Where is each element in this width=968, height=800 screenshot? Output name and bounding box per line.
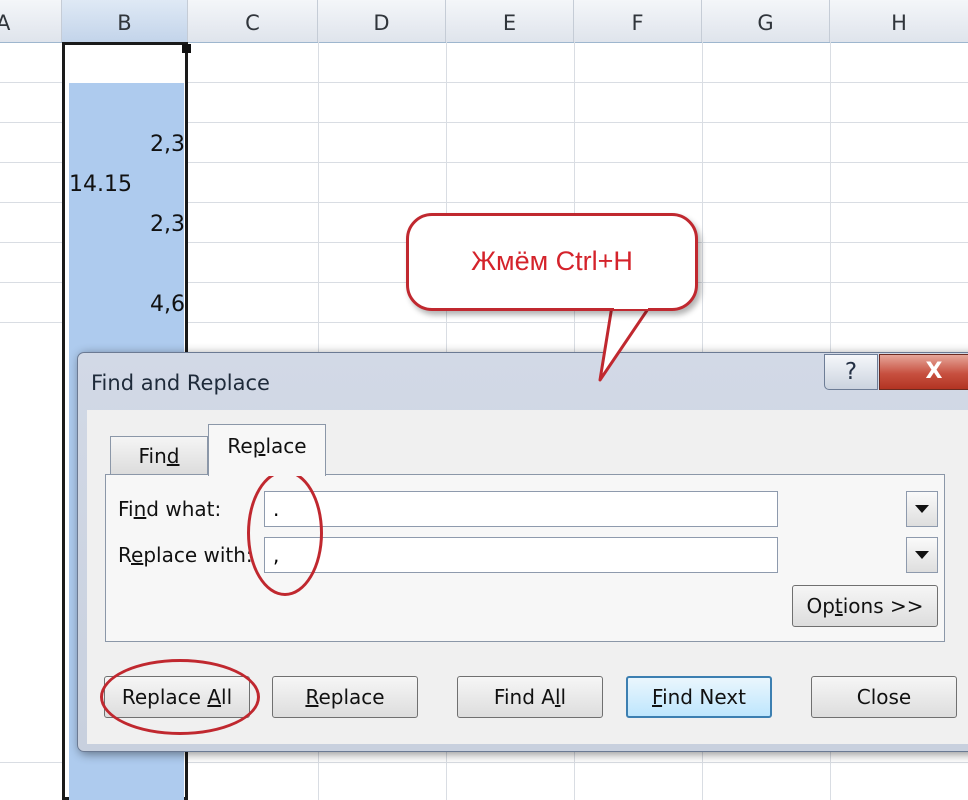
dialog-title: Find and Replace: [91, 371, 270, 395]
replace-with-label: Replace with:: [118, 543, 253, 567]
column-header-f[interactable]: F: [574, 0, 702, 42]
column-header-row: A B C D E F G H: [0, 0, 968, 43]
replace-with-input[interactable]: ,: [264, 537, 778, 573]
replace-with-mnemonic: e: [131, 543, 144, 567]
chevron-down-icon: [915, 505, 929, 513]
find-what-label: Find what:: [118, 497, 221, 521]
tab-replace-label: Re: [227, 434, 253, 458]
chevron-down-icon: [915, 551, 929, 559]
close-icon: X: [925, 359, 943, 384]
column-header-a[interactable]: A: [0, 0, 62, 42]
cell-b4[interactable]: 14.15: [69, 172, 132, 197]
replace-with-label-text: R: [118, 543, 131, 567]
replace-tab-panel: Find what: . Replace with: , Options >>: [105, 474, 945, 642]
tab-replace-mnemonic: p: [252, 434, 266, 458]
column-header-e[interactable]: E: [446, 0, 574, 42]
close-window-button[interactable]: X: [879, 354, 968, 390]
find-next-label: ind Next: [662, 685, 746, 709]
help-button[interactable]: ?: [824, 354, 878, 390]
find-next-mnemonic: F: [652, 685, 663, 709]
find-what-mnemonic: n: [133, 497, 147, 521]
options-button[interactable]: Options >>: [792, 585, 938, 627]
tab-replace[interactable]: Replace: [208, 424, 326, 476]
tab-find-label: Fin: [138, 444, 167, 468]
find-what-label-text: Fi: [118, 497, 134, 521]
find-what-dropdown[interactable]: [906, 491, 938, 527]
fill-handle[interactable]: [182, 44, 191, 53]
column-header-h[interactable]: H: [830, 0, 968, 42]
annotation-circle-fields: [247, 470, 323, 596]
options-mnemonic: t: [834, 594, 843, 618]
hint-callout: Жмём Ctrl+H: [406, 213, 698, 311]
find-what-label-rest: d what:: [146, 497, 222, 521]
annotation-circle-replace-all: [100, 659, 260, 735]
column-header-g[interactable]: G: [702, 0, 830, 42]
tab-find[interactable]: Find: [110, 436, 208, 474]
find-what-input[interactable]: .: [264, 491, 778, 527]
replace-label: eplace: [318, 685, 385, 709]
cell-b3[interactable]: 2,3: [150, 132, 185, 157]
column-header-d[interactable]: D: [318, 0, 446, 42]
column-header-c[interactable]: C: [188, 0, 318, 42]
replace-with-label-rest: place with:: [143, 543, 253, 567]
find-next-button[interactable]: Find Next: [626, 676, 772, 718]
options-label-rest: ions >>: [842, 594, 924, 618]
replace-with-dropdown[interactable]: [906, 537, 938, 573]
hint-callout-text: Жмём Ctrl+H: [471, 246, 633, 276]
options-label: Op: [806, 594, 835, 618]
find-all-button[interactable]: Find All: [457, 676, 603, 718]
column-header-b[interactable]: B: [62, 0, 188, 42]
find-all-label: Find All: [493, 685, 567, 709]
cell-b5[interactable]: 2,3: [150, 212, 185, 237]
close-button[interactable]: Close: [811, 676, 957, 718]
replace-button[interactable]: Replace: [272, 676, 418, 718]
replace-mnemonic: R: [305, 685, 319, 709]
tab-replace-label-rest: lace: [265, 434, 307, 458]
tab-find-mnemonic: d: [166, 444, 180, 468]
cell-b7[interactable]: 4,6: [150, 292, 185, 317]
